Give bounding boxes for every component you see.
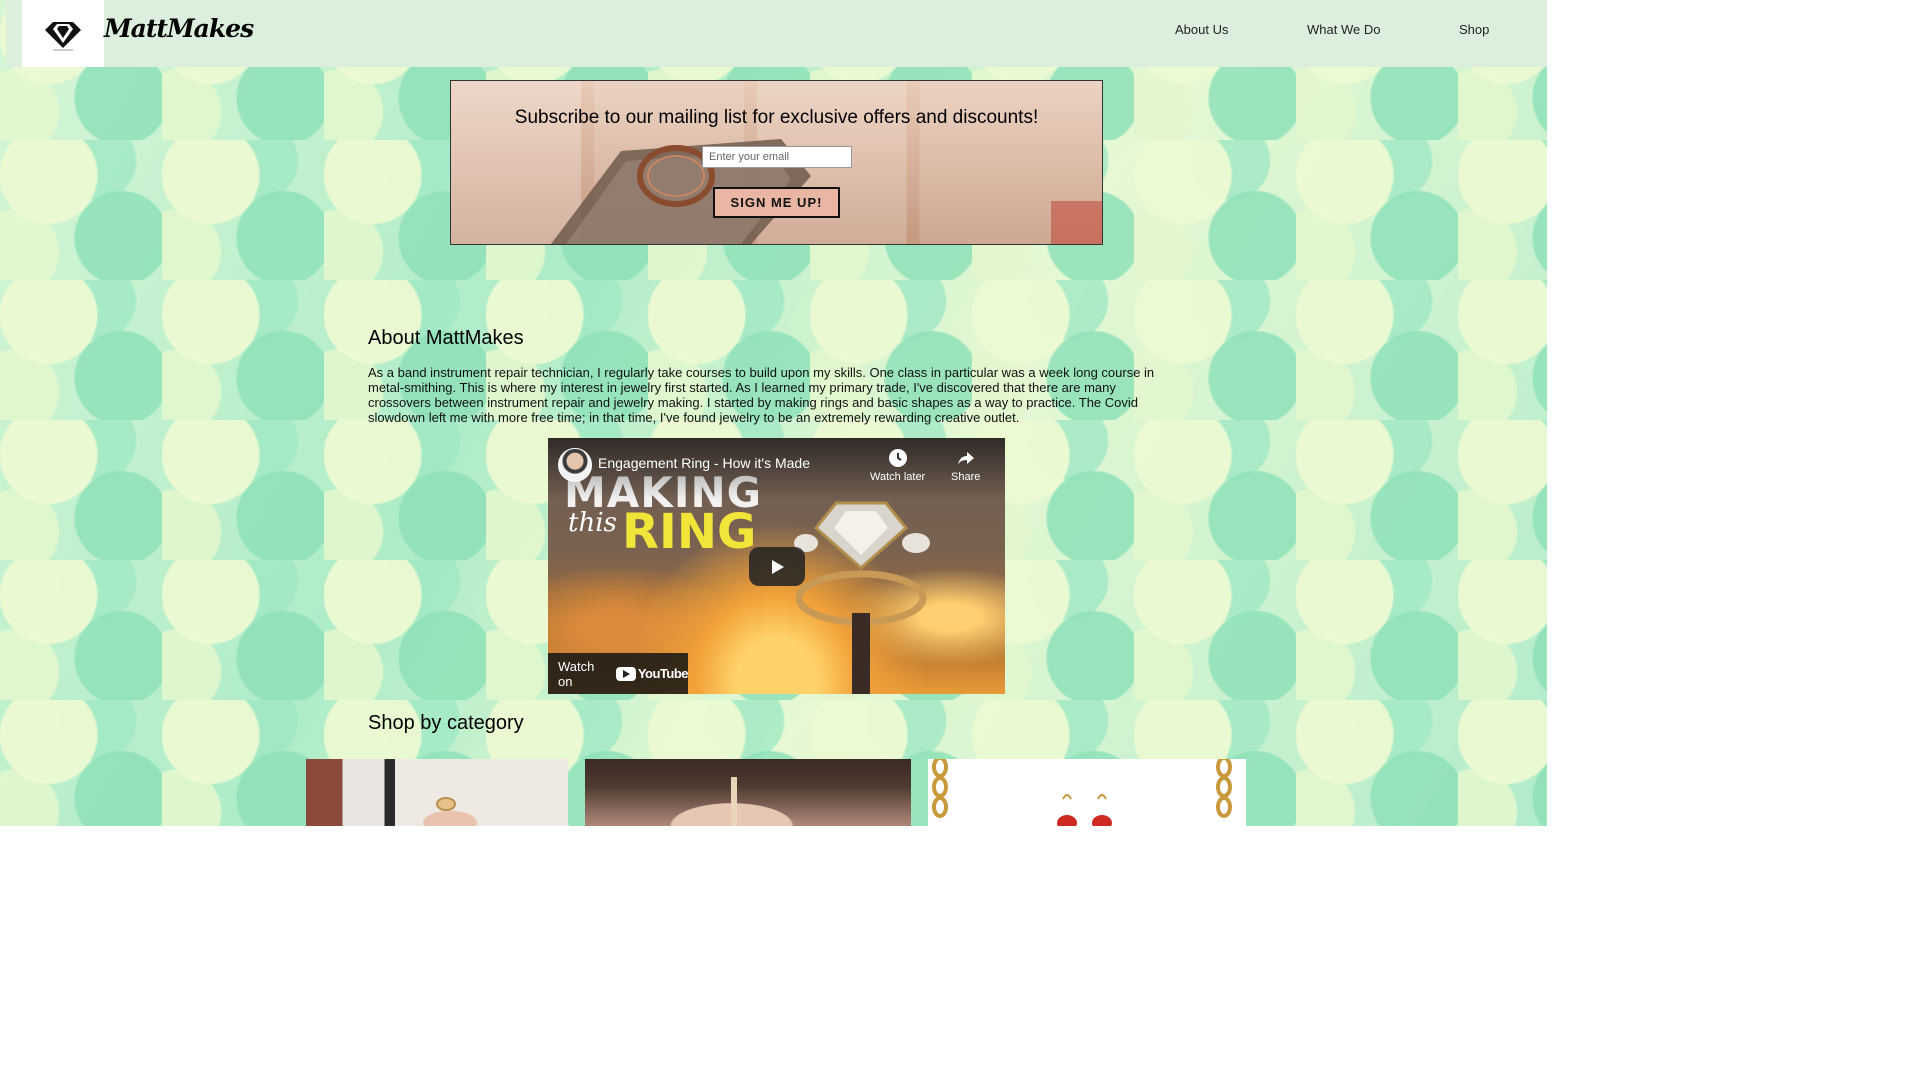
youtube-play-icon (615, 666, 636, 681)
clock-icon (888, 449, 907, 467)
play-icon (772, 559, 784, 574)
about-heading: About MattMakes (368, 327, 524, 349)
watch-on-label: Watch on (558, 658, 595, 689)
youtube-logo: YouTube (615, 666, 689, 681)
nav-shop[interactable]: Shop (1459, 22, 1489, 37)
share-button[interactable]: Share (951, 448, 980, 483)
watch-on-youtube-button[interactable]: Watch on YouTube (548, 653, 689, 694)
share-label: Share (951, 471, 981, 483)
play-button[interactable] (749, 547, 805, 586)
nav-what-we-do[interactable]: What We Do (1307, 22, 1380, 37)
category-earrings-image[interactable] (928, 759, 1246, 826)
video-title[interactable]: Engagement Ring - How it's Made (598, 455, 810, 471)
nav-about-us[interactable]: About Us (1175, 22, 1228, 37)
youtube-video-embed[interactable]: MAKING this RING Engagement Ring - How i… (548, 438, 1005, 694)
sign-me-up-button[interactable]: SIGN ME UP! (713, 187, 840, 218)
ear-cuff-image (731, 777, 737, 826)
earrings-chain-image (932, 759, 1232, 826)
share-icon (957, 452, 974, 465)
youtube-wordmark: YouTube (637, 666, 689, 681)
logo[interactable] (22, 0, 104, 67)
channel-avatar[interactable] (558, 448, 592, 482)
shop-heading: Shop by category (368, 712, 524, 734)
subscribe-banner: Subscribe to our mailing list for exclus… (450, 80, 1103, 245)
watch-later-button[interactable]: Watch later (870, 448, 925, 483)
watch-later-label: Watch later (870, 471, 926, 483)
category-ear-cuffs-image[interactable] (585, 759, 911, 826)
thumbnail-text-ring: RING (622, 504, 757, 560)
ring-on-hand-image (436, 797, 456, 811)
thumbnail-text-this: this (568, 508, 617, 538)
diamond-icon (45, 21, 81, 50)
page: MattMakes About Us What We Do Shop Subsc… (0, 0, 1547, 826)
subscribe-title: Subscribe to our mailing list for exclus… (514, 107, 1039, 128)
category-rings-image[interactable] (306, 759, 568, 826)
email-field[interactable] (702, 146, 852, 168)
top-nav-bar: MattMakes About Us What We Do Shop (6, 0, 1547, 67)
about-text: As a band instrument repair technician, … (368, 365, 1155, 425)
brand-name[interactable]: MattMakes (104, 14, 254, 43)
